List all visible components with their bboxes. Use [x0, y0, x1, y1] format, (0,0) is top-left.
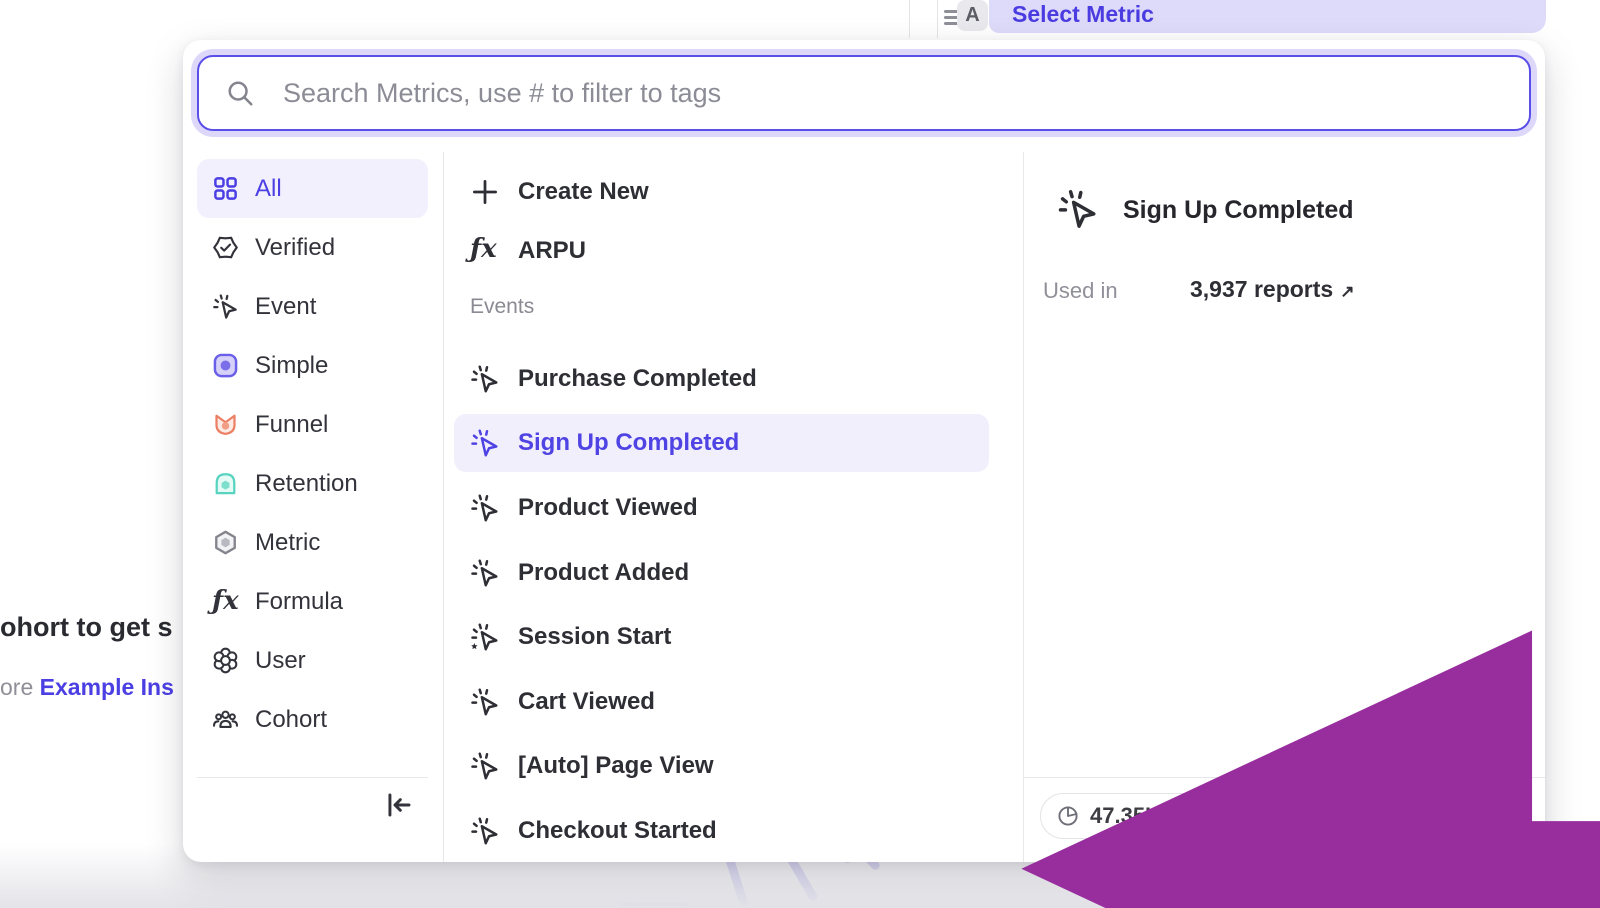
list-item-event[interactable]: Checkout Started: [454, 802, 989, 860]
stat-value: 47.35K: [1090, 803, 1161, 829]
list-item-label: Product Viewed: [518, 494, 698, 522]
grid-icon: [212, 175, 239, 202]
stat-value: 14.59K: [1282, 803, 1353, 829]
select-metric-label: Select Metric: [1012, 1, 1154, 28]
sidebar-item-simple[interactable]: Simple: [197, 336, 428, 395]
list-item-event[interactable]: Session Start: [454, 608, 989, 666]
list-item-label: Session Start: [518, 623, 671, 651]
sidebar-item-retention[interactable]: Retention: [197, 454, 428, 513]
formula-fx-icon: ƒx: [470, 236, 500, 266]
details-footer-divider: [1023, 777, 1545, 778]
events-section-header: Events: [470, 295, 534, 319]
sidebar-item-label: Funnel: [255, 411, 328, 439]
kebab-menu-icon[interactable]: [1496, 799, 1528, 833]
sidebar-item-label: All: [255, 175, 282, 203]
cursor-click-icon: [212, 293, 239, 320]
sidebar-item-formula[interactable]: ƒx Formula: [197, 572, 428, 631]
cohort-people-icon: [212, 706, 239, 733]
list-item-label: Checkout Started: [518, 817, 717, 845]
sidebar-footer-divider: [197, 777, 428, 778]
column-divider: [1023, 152, 1024, 862]
list-item-event[interactable]: Cart Viewed: [454, 673, 989, 731]
user-cluster-icon: [212, 647, 239, 674]
sidebar-item-verified[interactable]: Verified: [197, 218, 428, 277]
background-subtext: ore Example Ins: [0, 674, 174, 701]
sidebar-item-event[interactable]: Event: [197, 277, 428, 336]
sidebar-item-label: Verified: [255, 234, 335, 262]
panel-divider: [909, 0, 910, 38]
select-metric-button[interactable]: Select Metric: [989, 0, 1546, 33]
example-insights-link[interactable]: Example Ins: [40, 674, 174, 700]
sidebar-item-label: Cohort: [255, 706, 327, 734]
cursor-click-icon: [470, 687, 500, 717]
pulse-icon: [1248, 804, 1272, 828]
cursor-click-icon: [470, 558, 500, 588]
background-heading: ohort to get s: [0, 612, 172, 643]
panel-divider: [937, 0, 938, 38]
funnel-icon: [212, 411, 239, 438]
list-item-label: Purchase Completed: [518, 365, 757, 393]
metric-detail-title: Sign Up Completed: [1123, 196, 1354, 225]
list-item-label: Cart Viewed: [518, 688, 655, 716]
list-item-event[interactable]: [Auto] Page View: [454, 737, 989, 795]
cursor-click-icon: [470, 428, 500, 458]
cursor-click-icon: [470, 751, 500, 781]
screen: ohort to get s ore Example Ins A Select …: [0, 0, 1600, 908]
sidebar-item-funnel[interactable]: Funnel: [197, 395, 428, 454]
list-item-event[interactable]: Product Added: [454, 544, 989, 602]
metric-hexagon-icon: [212, 529, 239, 556]
search-box[interactable]: [197, 55, 1531, 131]
sidebar-item-all[interactable]: All: [197, 159, 428, 218]
sidebar-item-cohort[interactable]: Cohort: [197, 690, 428, 749]
column-divider: [443, 152, 444, 862]
formula-fx-icon: ƒx: [212, 588, 239, 615]
sidebar-item-label: Simple: [255, 352, 328, 380]
pie-chart-icon: [1056, 804, 1080, 828]
sidebar-item-metric[interactable]: Metric: [197, 513, 428, 572]
background-subtext-prefix: ore: [0, 674, 40, 700]
cursor-click-icon: [470, 816, 500, 846]
used-in-label: Used in: [1043, 278, 1118, 304]
list-item-event-selected[interactable]: Sign Up Completed: [454, 414, 989, 472]
list-item-label: Product Added: [518, 559, 689, 587]
simple-squircle-icon: [212, 352, 239, 379]
sidebar-item-user[interactable]: User: [197, 631, 428, 690]
sidebar-item-label: User: [255, 647, 306, 675]
metric-picker-dialog: All Verified Event Simple Funnel Retenti…: [183, 40, 1545, 862]
create-new-button[interactable]: Create New: [454, 163, 989, 221]
search-icon: [225, 78, 255, 108]
cursor-click-icon: [1057, 188, 1099, 230]
rank-badge: # 2: [1171, 802, 1217, 831]
list-item-event[interactable]: Product Viewed: [454, 479, 989, 537]
sidebar-item-label: Retention: [255, 470, 358, 498]
verified-seal-icon: [212, 234, 239, 261]
list-item-label: Sign Up Completed: [518, 429, 739, 457]
retention-arch-icon: [212, 470, 239, 497]
metric-row-label: A: [957, 0, 988, 31]
list-item-label: [Auto] Page View: [518, 752, 714, 780]
list-item-event[interactable]: Purchase Completed: [454, 350, 989, 408]
collapse-sidebar-button[interactable]: [383, 789, 415, 821]
search-input[interactable]: [281, 77, 1503, 110]
cursor-click-icon: [470, 364, 500, 394]
list-item-arpu[interactable]: ƒx ARPU: [454, 222, 989, 280]
used-in-reports-link[interactable]: 3,937 reports ↗: [1190, 276, 1354, 303]
create-new-label: Create New: [518, 178, 649, 206]
sidebar-item-label: Formula: [255, 588, 343, 616]
sidebar-item-label: Metric: [255, 529, 320, 557]
cursor-click-icon: [470, 493, 500, 523]
stat-chip-total-count[interactable]: 47.35K # 2: [1040, 793, 1233, 839]
cursor-click-star-icon: [470, 622, 500, 652]
list-item-label: ARPU: [518, 237, 586, 265]
external-link-arrow-icon: ↗: [1340, 282, 1354, 301]
used-in-reports-count: 3,937 reports: [1190, 276, 1333, 302]
stat-chip-activity[interactable]: 14.59K: [1232, 793, 1369, 839]
sidebar-item-label: Event: [255, 293, 316, 321]
plus-icon: [470, 177, 500, 207]
